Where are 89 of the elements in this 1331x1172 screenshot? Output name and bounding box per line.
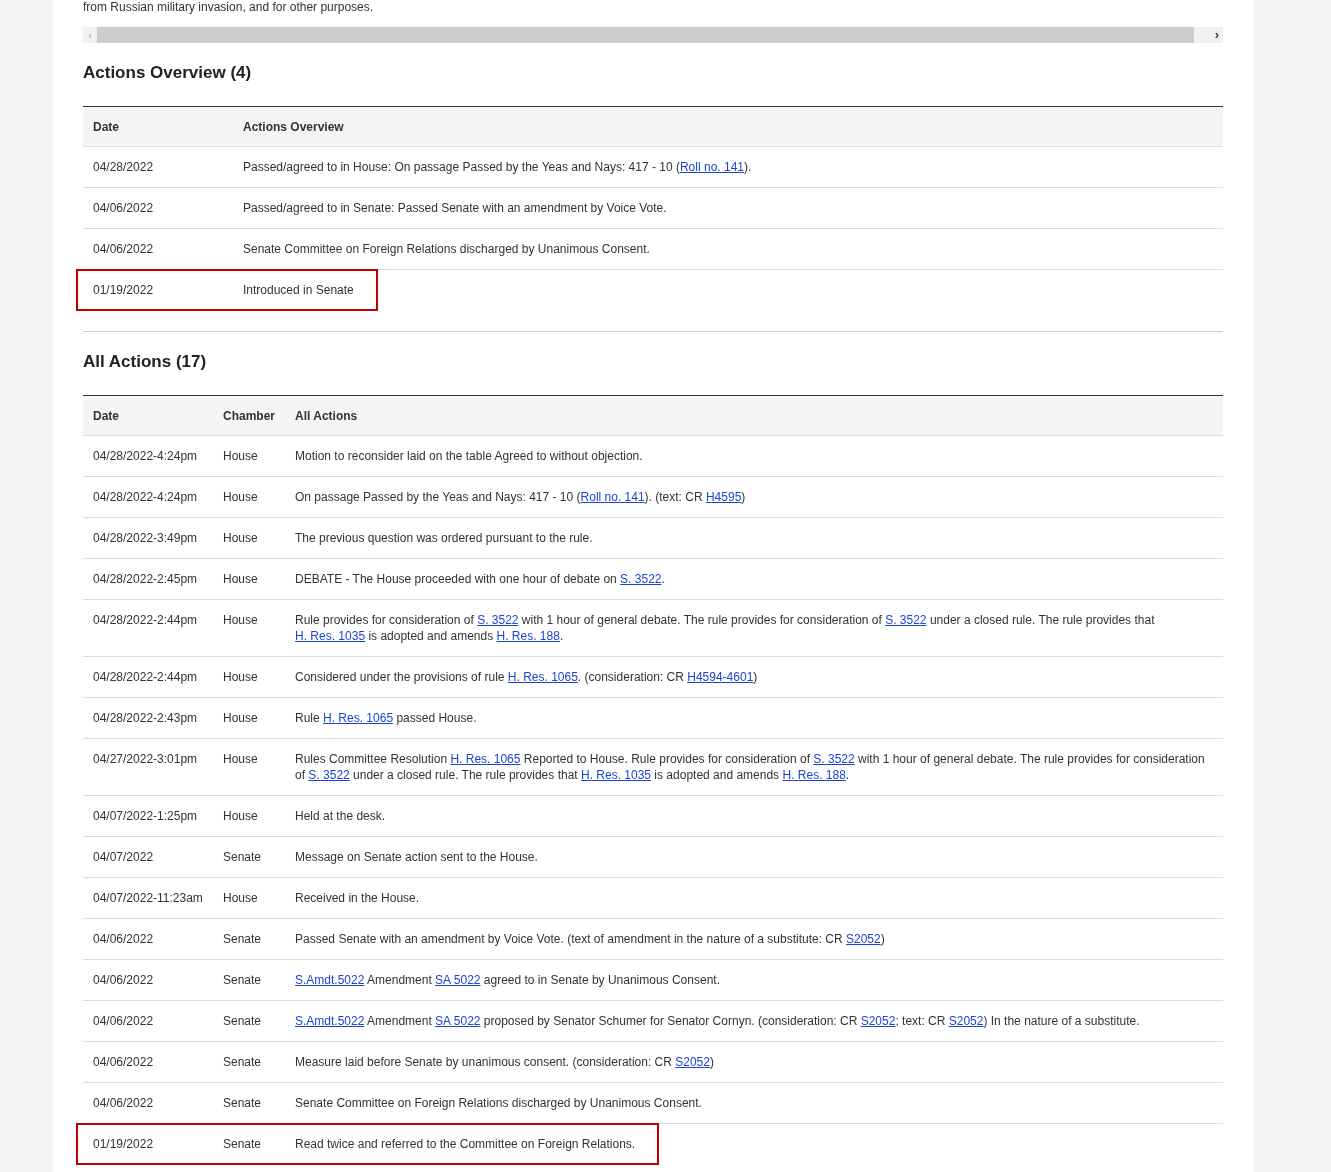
action-text: Considered under the provisions of rule H. Res. 1065. (consideration: CR H4594-4601) [295, 670, 758, 684]
horizontal-scrollbar[interactable]: ‹ › [83, 27, 1223, 43]
action-text: Senate Committee on Foreign Relations discharged by Unanimous Consent. [295, 1096, 702, 1110]
date-cell: 04/06/2022 [93, 1055, 154, 1069]
chamber-cell: House [223, 670, 258, 684]
chamber-cell: House [223, 613, 258, 627]
action-link[interactable]: S2052 [948, 1014, 984, 1028]
column-header: Date [93, 408, 119, 423]
date-cell: 01/19/2022 [93, 283, 154, 297]
date-cell: 04/28/2022 [93, 160, 154, 174]
chamber-cell: Senate [223, 1096, 262, 1110]
chamber-cell: Senate [223, 1014, 262, 1028]
column-header: Date [93, 119, 119, 134]
action-link[interactable]: H. Res. 1065 [507, 670, 578, 684]
action-text: Passed/agreed to in Senate: Passed Senate with an amendment by Voice Vote. [243, 201, 667, 215]
action-text: Rules Committee Resolution H. Res. 1065 Reported to House. Rule provides for consideration of S. 3522 with 1 hour of general debate. The rule provides for consideration of S. 3522 under a closed rule. The rule provides that H. Res. 1035 is adopted and amends H. Res. 188. [295, 752, 1205, 782]
chamber-cell: Senate [223, 932, 262, 946]
action-text: Rule provides for consideration of S. 3522 with 1 hour of general debate. The rule provides for consideration of S. 3522 under a closed rule. The rule provides that H. Res. 1035 is adopted and amends H. Res. 188. [295, 613, 1155, 643]
action-link[interactable]: S2052 [846, 932, 881, 946]
date-cell: 04/06/2022 [93, 1014, 154, 1028]
action-link[interactable]: S. 3522 [813, 752, 855, 766]
date-cell: 04/06/2022 [93, 932, 154, 946]
action-link[interactable]: H. Res. 1035 [581, 768, 652, 782]
date-cell: 04/28/2022-2:44pm [93, 613, 198, 627]
date-cell: 04/28/2022-4:24pm [93, 490, 198, 504]
date-cell: 04/06/2022 [93, 973, 154, 987]
section-heading: All Actions (17) [83, 351, 208, 373]
action-link[interactable]: S. 3522 [885, 613, 927, 627]
action-text: The previous question was ordered pursuant to the rule. [295, 531, 593, 545]
action-text: Read twice and referred to the Committee on Foreign Relations. [295, 1137, 636, 1151]
date-cell: 04/06/2022 [93, 201, 154, 215]
action-link[interactable]: H. Res. 1035 [295, 629, 366, 643]
action-text: S.Amdt.5022 Amendment SA 5022 agreed to in Senate by Unanimous Consent. [295, 973, 720, 987]
action-text: Measure laid before Senate by unanimous consent. (consideration: CR S2052) [295, 1055, 714, 1069]
chamber-cell: House [223, 891, 258, 905]
date-cell: 04/06/2022 [93, 242, 154, 256]
date-cell: 04/06/2022 [93, 1096, 154, 1110]
action-link[interactable]: S.Amdt.5022 [295, 973, 365, 987]
action-link[interactable]: SA 5022 [435, 1014, 481, 1028]
action-link[interactable]: S2052 [675, 1055, 710, 1069]
column-header: All Actions [295, 408, 358, 423]
chamber-cell: House [223, 490, 258, 504]
action-link[interactable]: H. Res. 1065 [323, 711, 394, 725]
chamber-cell: Senate [223, 973, 262, 987]
chamber-cell: House [223, 752, 258, 766]
action-link[interactable]: H. Res. 188 [496, 629, 560, 643]
date-cell: 04/07/2022-11:23am [93, 891, 203, 905]
action-text: Held at the desk. [295, 809, 386, 823]
action-link[interactable]: SA 5022 [435, 973, 481, 987]
action-text: Message on Senate action sent to the House. [295, 850, 538, 864]
action-text: Senate Committee on Foreign Relations discharged by Unanimous Consent. [243, 242, 650, 256]
chamber-cell: House [223, 449, 258, 463]
chamber-cell: Senate [223, 1137, 262, 1151]
action-link[interactable]: H. Res. 188 [782, 768, 846, 782]
action-text: Introduced in Senate [243, 283, 354, 297]
chamber-cell: Senate [223, 1055, 262, 1069]
column-header: Actions Overview [243, 119, 344, 134]
date-cell: 04/28/2022-2:43pm [93, 711, 198, 725]
chamber-cell: House [223, 809, 258, 823]
action-text: DEBATE - The House proceeded with one hour of debate on S. 3522. [295, 572, 665, 586]
date-cell: 04/28/2022-4:24pm [93, 449, 198, 463]
date-cell: 04/28/2022-2:45pm [93, 572, 198, 586]
action-text: Passed/agreed to in House: On passage Passed by the Yeas and Nays: 417 - 10 (Roll no. 141). [243, 160, 752, 174]
scroll-right-icon[interactable]: › [1194, 27, 1223, 43]
action-link[interactable]: S.Amdt.5022 [295, 1014, 365, 1028]
date-cell: 04/27/2022-3:01pm [93, 752, 198, 766]
action-link[interactable]: H. Res. 1065 [450, 752, 521, 766]
action-text: Received in the House. [295, 891, 420, 905]
chamber-cell: House [223, 572, 258, 586]
description-text: from Russian military invasion, and for other purposes. [83, 0, 375, 14]
date-cell: 01/19/2022 [93, 1137, 154, 1151]
action-link[interactable]: Roll no. 141 [580, 490, 645, 504]
chamber-cell: Senate [223, 850, 262, 864]
chamber-cell: House [223, 531, 258, 545]
date-cell: 04/28/2022-2:44pm [93, 670, 198, 684]
date-cell: 04/28/2022-3:49pm [93, 531, 198, 545]
column-header: Chamber [223, 408, 275, 423]
action-link[interactable]: S. 3522 [308, 768, 350, 782]
action-text: S.Amdt.5022 Amendment SA 5022 proposed by Senator Schumer for Senator Cornyn. (consideration: CR S2052; text: CR S2052) In the nature of a substitute. [295, 1014, 1140, 1028]
chamber-cell: House [223, 711, 258, 725]
action-text: Motion to reconsider laid on the table Agreed to without objection. [295, 449, 643, 463]
action-text: Rule H. Res. 1065 passed House. [295, 711, 477, 725]
action-text: On passage Passed by the Yeas and Nays: 417 - 10 (Roll no. 141). (text: CR H4595) [295, 490, 746, 504]
action-link[interactable]: S. 3522 [477, 613, 519, 627]
section-heading: Actions Overview (4) [83, 62, 253, 84]
date-cell: 04/07/2022-1:25pm [93, 809, 198, 823]
date-cell: 04/07/2022 [93, 850, 154, 864]
action-text: Passed Senate with an amendment by Voice Vote. (text of amendment in the nature of a substitute: CR S2052) [295, 932, 885, 946]
action-link[interactable]: Roll no. 141 [679, 160, 744, 174]
